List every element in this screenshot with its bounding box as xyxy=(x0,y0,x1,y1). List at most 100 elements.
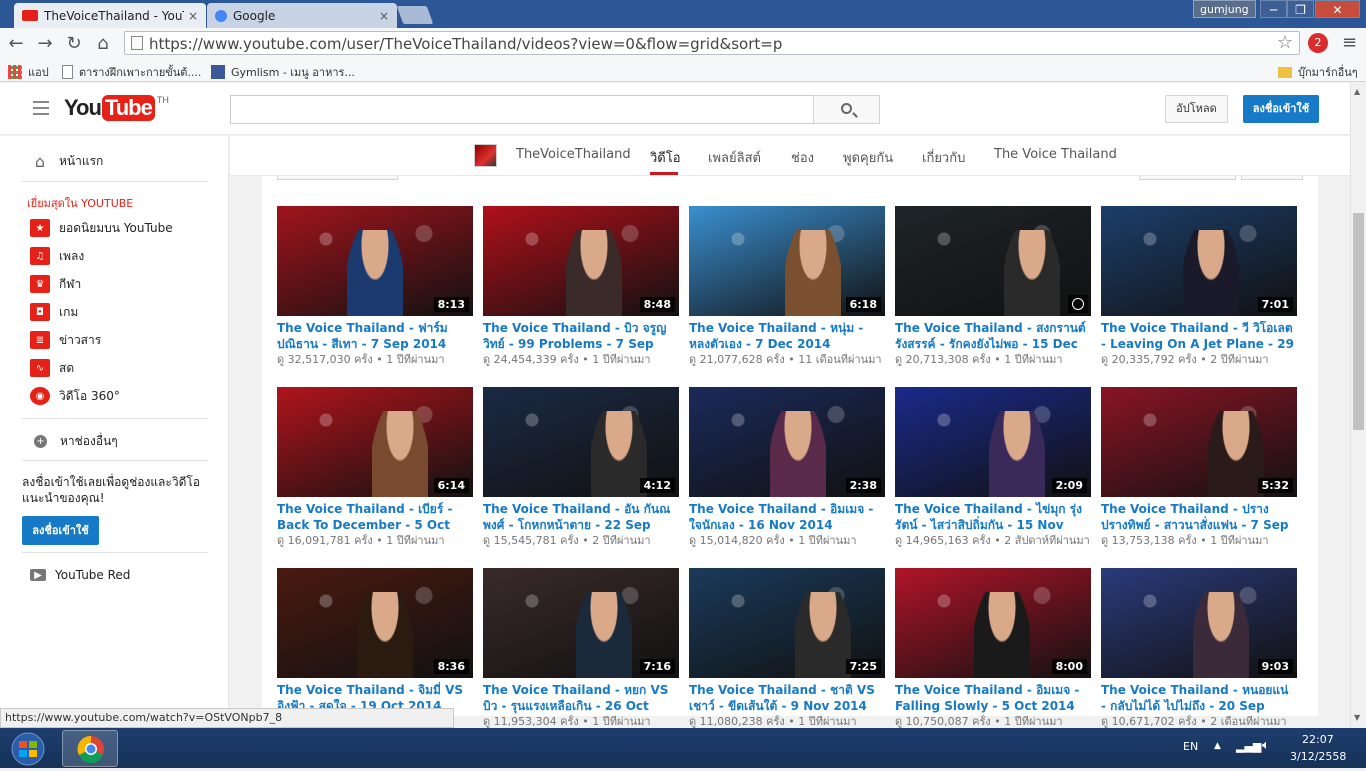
scroll-down-arrow-icon[interactable]: ▼ xyxy=(1354,713,1360,722)
video-card[interactable]: 8:48 The Voice Thailand - บิว จรูญวิทย์ -… xyxy=(483,206,679,367)
video-card[interactable]: 7:16 The Voice Thailand - หยก VS บิว - รุ… xyxy=(483,568,679,729)
video-thumbnail[interactable]: 6:18 xyxy=(689,206,885,316)
sort-dropdown[interactable] xyxy=(277,176,398,180)
video-title-link[interactable]: The Voice Thailand - อิมเมจ - Falling Sl… xyxy=(895,682,1091,714)
guide-item-music[interactable]: ♫ เพลง xyxy=(0,244,228,268)
video-card[interactable]: 5:32 The Voice Thailand - ปราง ปรางทิพย์ … xyxy=(1101,387,1297,548)
video-thumbnail[interactable]: 8:36 xyxy=(277,568,473,678)
video-title-link[interactable]: The Voice Thailand - บิว จรูญวิทย์ - 99 … xyxy=(483,320,679,352)
back-button[interactable]: ← xyxy=(4,32,28,56)
tab-videos[interactable]: วิดีโอ xyxy=(650,147,681,168)
scroll-up-arrow-icon[interactable]: ▲ xyxy=(1354,87,1360,96)
guide-menu-icon[interactable] xyxy=(33,101,49,115)
video-card[interactable]: 8:00 The Voice Thailand - อิมเมจ - Fallin… xyxy=(895,568,1091,729)
tab-about[interactable]: เกี่ยวกับ xyxy=(922,147,965,168)
youtube-logo[interactable]: You Tube TH xyxy=(64,95,169,121)
maximize-button[interactable]: ❐ xyxy=(1287,0,1314,18)
bookmark-item[interactable]: ตารางฝึกเพาะกายขั้นต้.... xyxy=(62,63,201,81)
guide-item-youtube-red[interactable]: ▶ YouTube Red xyxy=(0,563,228,587)
tray-arrow-icon[interactable]: ▲ xyxy=(1214,741,1221,751)
extension-badge-icon[interactable]: 2 xyxy=(1308,33,1328,53)
guide-item-popular[interactable]: ★ ยอดนิยมบน YouTube xyxy=(0,216,228,240)
tab-close-icon[interactable]: × xyxy=(188,9,198,23)
bookmark-folder-other[interactable]: บุ๊กมาร์กอื่นๆ xyxy=(1278,63,1358,81)
tab-close-icon[interactable]: × xyxy=(379,9,389,23)
guide-item-gaming[interactable]: ◘ เกม xyxy=(0,300,228,324)
bookmark-star-icon[interactable]: ☆ xyxy=(1277,32,1293,53)
video-title-link[interactable]: The Voice Thailand - ไข่มุก รุ่งรัตน์ - … xyxy=(895,501,1091,533)
windows-start-icon[interactable] xyxy=(6,732,50,766)
video-card[interactable]: 9:03 The Voice Thailand - หนอยแน่ - กลับไ… xyxy=(1101,568,1297,729)
video-title-link[interactable]: The Voice Thailand - อัน กันณพงศ์ - โกหก… xyxy=(483,501,679,533)
video-thumbnail[interactable]: 8:13 xyxy=(277,206,473,316)
close-window-button[interactable]: ✕ xyxy=(1315,0,1360,18)
video-title-link[interactable]: The Voice Thailand - หนุ่ม - หลงตัวเอง -… xyxy=(689,320,885,352)
home-button[interactable]: ⌂ xyxy=(91,32,115,56)
new-tab-button[interactable] xyxy=(396,6,434,24)
video-thumbnail[interactable]: 8:00 xyxy=(895,568,1091,678)
video-thumbnail[interactable] xyxy=(895,206,1091,316)
tab-discussion[interactable]: พูดคุยกัน xyxy=(843,147,893,168)
video-thumbnail[interactable]: 4:12 xyxy=(483,387,679,497)
tab-search-channel[interactable]: The Voice Thailand xyxy=(994,147,1117,162)
channel-avatar[interactable] xyxy=(474,144,497,167)
video-thumbnail[interactable]: 7:25 xyxy=(689,568,885,678)
signin-button[interactable]: ลงชื่อเข้าใช้ xyxy=(1243,95,1319,123)
page-scrollbar[interactable]: ▲ ▼ xyxy=(1350,83,1366,728)
tab-youtube[interactable]: TheVoiceThailand - YouTu × xyxy=(14,3,206,28)
guide-item-home[interactable]: ⌂ หน้าแรก xyxy=(0,149,228,173)
scroll-thumb[interactable] xyxy=(1353,213,1364,430)
url-text[interactable]: https://www.youtube.com/user/TheVoiceTha… xyxy=(149,35,782,53)
video-title-link[interactable]: The Voice Thailand - อิมเมจ - ใจนักเลง -… xyxy=(689,501,885,533)
video-card[interactable]: 6:18 The Voice Thailand - หนุ่ม - หลงตัวเ… xyxy=(689,206,885,367)
video-thumbnail[interactable]: 8:48 xyxy=(483,206,679,316)
chrome-menu-icon[interactable]: ≡ xyxy=(1342,32,1357,53)
bookmark-item[interactable]: Gymlism - เมนู อาหาร... xyxy=(211,63,355,81)
taskbar-chrome-button[interactable] xyxy=(62,730,118,767)
video-card[interactable]: 4:12 The Voice Thailand - อัน กันณพงศ์ - … xyxy=(483,387,679,548)
volume-icon[interactable]: 🔈︎ xyxy=(1262,738,1270,753)
video-card[interactable]: 2:38 The Voice Thailand - อิมเมจ - ใจนักเ… xyxy=(689,387,885,548)
video-card[interactable]: 6:14 The Voice Thailand - เบียร์ - Back T… xyxy=(277,387,473,548)
video-title-link[interactable]: The Voice Thailand - ชาติ VS เชาว์ - ขีด… xyxy=(689,682,885,714)
clock-time[interactable]: 22:07 xyxy=(1302,733,1334,746)
video-card[interactable]: The Voice Thailand - สงกรานต์ รังสรรค์ -… xyxy=(895,206,1091,367)
guide-signin-button[interactable]: ลงชื่อเข้าใช้ xyxy=(22,516,99,545)
forward-button[interactable]: → xyxy=(33,32,57,56)
network-icon[interactable]: ▂▄▆ xyxy=(1236,740,1261,753)
view-toggle[interactable] xyxy=(1139,176,1236,180)
video-thumbnail[interactable]: 5:32 xyxy=(1101,387,1297,497)
video-title-link[interactable]: The Voice Thailand - หนอยแน่ - กลับไม่ได… xyxy=(1101,682,1297,714)
video-thumbnail[interactable]: 7:16 xyxy=(483,568,679,678)
tab-channels[interactable]: ช่อง xyxy=(791,147,814,168)
search-button[interactable] xyxy=(813,95,880,124)
clock-date[interactable]: 3/12/2558 xyxy=(1290,750,1346,763)
video-thumbnail[interactable]: 9:03 xyxy=(1101,568,1297,678)
video-thumbnail[interactable]: 6:14 xyxy=(277,387,473,497)
address-bar[interactable]: https://www.youtube.com/user/TheVoiceTha… xyxy=(124,31,1300,55)
video-title-link[interactable]: The Voice Thailand - หยก VS บิว - รุนแรง… xyxy=(483,682,679,714)
video-card[interactable]: 8:13 The Voice Thailand - ฟาร์ม ปณิธาน - … xyxy=(277,206,473,367)
video-title-link[interactable]: The Voice Thailand - ฟาร์ม ปณิธาน - สีเท… xyxy=(277,320,473,352)
video-card[interactable]: 8:36 The Voice Thailand - จิมมี่ VS อิงฟ้… xyxy=(277,568,473,729)
profile-badge[interactable]: gumjung xyxy=(1193,0,1256,18)
guide-item-sports[interactable]: ♛ กีฬา xyxy=(0,272,228,296)
bookmark-apps[interactable]: แอป xyxy=(8,63,49,81)
video-card[interactable]: 2:09 The Voice Thailand - ไข่มุก รุ่งรัตน… xyxy=(895,387,1091,548)
video-card[interactable]: 7:25 The Voice Thailand - ชาติ VS เชาว์ -… xyxy=(689,568,885,729)
video-thumbnail[interactable]: 2:09 xyxy=(895,387,1091,497)
video-title-link[interactable]: The Voice Thailand - วี วิโอเลต - Leavin… xyxy=(1101,320,1297,352)
video-thumbnail[interactable]: 2:38 xyxy=(689,387,885,497)
upload-button[interactable]: อัปโหลด xyxy=(1165,95,1228,123)
grid-toggle[interactable] xyxy=(1241,176,1303,180)
guide-item-live[interactable]: ∿ สด xyxy=(0,356,228,380)
video-card[interactable]: 7:01 The Voice Thailand - วี วิโอเลต - Le… xyxy=(1101,206,1297,367)
guide-item-news[interactable]: ≣ ข่าวสาร xyxy=(0,328,228,352)
watch-later-icon[interactable] xyxy=(1068,295,1088,313)
video-title-link[interactable]: The Voice Thailand - ปราง ปรางทิพย์ - สา… xyxy=(1101,501,1297,533)
minimize-button[interactable]: ─ xyxy=(1260,0,1287,18)
guide-item-browse-channels[interactable]: + หาช่องอื่นๆ xyxy=(0,429,228,453)
video-thumbnail[interactable]: 7:01 xyxy=(1101,206,1297,316)
guide-item-360[interactable]: ◉ วิดีโอ 360° xyxy=(0,384,228,408)
tab-google[interactable]: Google × xyxy=(207,3,397,28)
